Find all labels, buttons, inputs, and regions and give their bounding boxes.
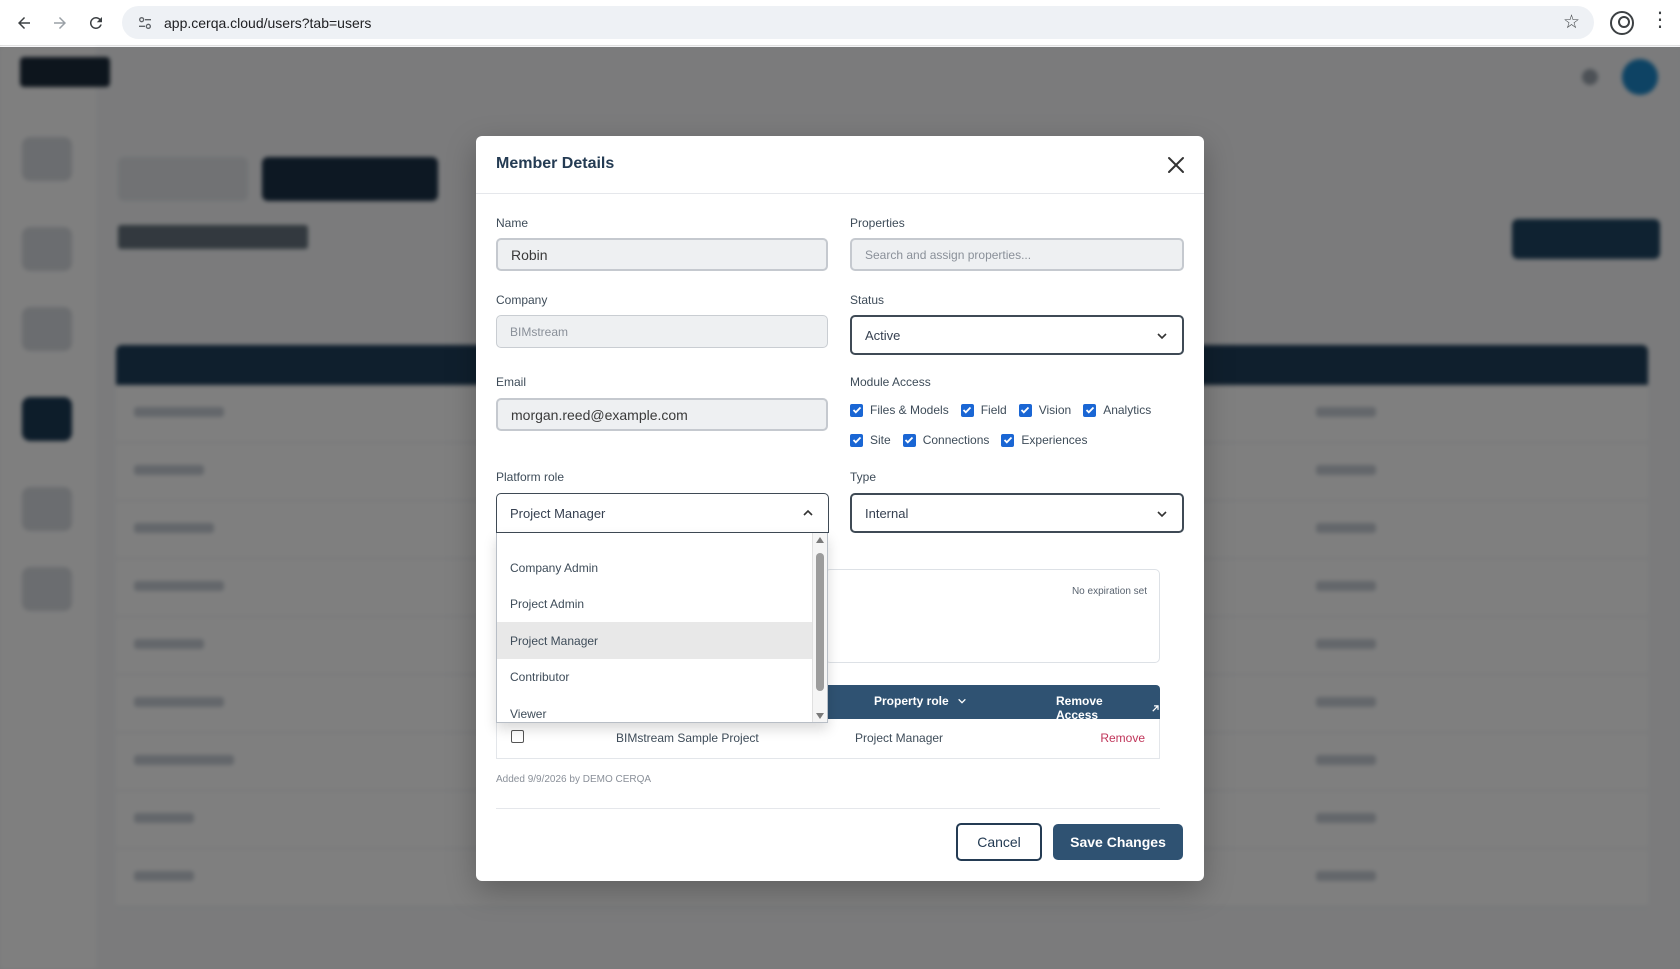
checkbox-checked-icon[interactable]	[850, 403, 863, 417]
module-checkbox-vision[interactable]: Vision	[1018, 403, 1071, 417]
role-option-company-admin[interactable]: Company Admin	[497, 549, 812, 586]
checkbox-checked-icon[interactable]	[1083, 403, 1097, 417]
checkbox-checked-icon[interactable]	[1018, 403, 1032, 417]
checkbox-checked-icon[interactable]	[902, 433, 916, 447]
role-option-project-admin[interactable]: Project Admin	[497, 585, 812, 622]
module-checkbox-connections[interactable]: Connections	[902, 433, 989, 447]
remove-link[interactable]: Remove	[1100, 731, 1145, 745]
module-checkbox-field[interactable]: Field	[960, 403, 1007, 417]
forward-icon[interactable]	[46, 9, 74, 37]
checkbox-checked-icon[interactable]	[960, 403, 974, 417]
scroll-up-icon[interactable]	[816, 537, 824, 543]
reload-icon[interactable]	[82, 9, 110, 37]
name-input[interactable]: Robin	[496, 238, 828, 271]
name-label: Name	[496, 216, 529, 230]
scrollbar-thumb[interactable]	[816, 553, 824, 691]
status-select[interactable]: Active	[850, 315, 1184, 355]
status-label: Status	[850, 293, 885, 307]
arrow-up-right-icon	[1152, 704, 1159, 712]
platform-role-dropdown: Company Admin Project Admin Project Mana…	[496, 533, 828, 723]
modal-title: Member Details	[496, 155, 615, 172]
chevron-down-icon	[1157, 333, 1167, 340]
tune-icon[interactable]	[136, 14, 154, 32]
property-role-column[interactable]: Property role	[874, 694, 967, 708]
role-option-viewer[interactable]: Viewer	[497, 695, 812, 722]
property-role: Project Manager	[855, 731, 944, 745]
member-details-modal: Member Details Name Robin Properties Sea…	[476, 136, 1204, 881]
type-label: Type	[850, 470, 877, 484]
role-option-project-manager[interactable]: Project Manager	[497, 622, 812, 659]
properties-search-input[interactable]: Search and assign properties...	[850, 238, 1184, 271]
checkbox-checked-icon[interactable]	[850, 433, 863, 447]
module-checkbox-analytics[interactable]: Analytics	[1083, 403, 1151, 417]
company-label: Company	[496, 293, 548, 307]
expiration-text: No expiration set	[1071, 586, 1147, 597]
platform-role-value: Project Manager	[510, 505, 606, 521]
address-bar[interactable]: app.cerqa.cloud/users?tab=users ☆	[122, 6, 1594, 39]
platform-role-select[interactable]: Project Manager	[496, 493, 829, 533]
back-icon[interactable]	[10, 9, 38, 37]
browser-toolbar: app.cerqa.cloud/users?tab=users ☆ ⋮	[0, 0, 1680, 46]
email-label: Email	[496, 375, 527, 389]
star-icon[interactable]: ☆	[1563, 11, 1580, 34]
email-input[interactable]: morgan.reed@example.com	[496, 398, 828, 431]
added-by-text: Added 9/9/2026 by DEMO CERQA	[496, 774, 652, 785]
module-checkbox-site[interactable]: Site	[850, 433, 891, 447]
checkbox-checked-icon[interactable]	[1001, 433, 1015, 447]
expiration-box: No expiration set	[825, 569, 1160, 663]
module-checkbox-experiences[interactable]: Experiences	[1001, 433, 1087, 447]
chevron-down-icon	[1157, 511, 1167, 518]
module-access-row-2: Site Connections Experiences	[850, 433, 1099, 447]
dropdown-scrollbar[interactable]	[812, 533, 827, 722]
save-changes-button[interactable]: Save Changes	[1053, 824, 1183, 860]
kebab-menu-icon[interactable]: ⋮	[1650, 10, 1670, 30]
close-icon[interactable]	[1161, 150, 1191, 180]
module-access-label: Module Access	[850, 375, 931, 389]
property-name: BIMstream Sample Project	[616, 731, 759, 745]
status-value: Active	[865, 327, 901, 343]
table-row: BIMstream Sample Project Project Manager…	[496, 719, 1160, 759]
modal-header: Member Details	[476, 136, 1204, 194]
role-option-contributor[interactable]: Contributor	[497, 658, 812, 695]
chevron-down-icon	[957, 698, 966, 704]
platform-role-label: Platform role	[496, 470, 565, 484]
module-checkbox-files-models[interactable]: Files & Models	[850, 403, 949, 417]
url-text[interactable]: app.cerqa.cloud/users?tab=users	[164, 15, 371, 31]
type-select[interactable]: Internal	[850, 493, 1184, 533]
row-checkbox[interactable]	[511, 730, 524, 743]
account-circle-icon[interactable]	[1610, 11, 1634, 35]
divider	[496, 808, 1160, 809]
cancel-button[interactable]: Cancel	[956, 823, 1042, 861]
type-value: Internal	[865, 505, 909, 521]
remove-access-column[interactable]: Remove Access	[1056, 694, 1160, 722]
module-access-row-1: Files & Models Field Vision Analytics	[850, 403, 1163, 417]
company-input: BIMstream	[496, 315, 828, 348]
properties-label: Properties	[850, 216, 905, 230]
chevron-up-icon	[803, 509, 813, 516]
scroll-down-icon[interactable]	[816, 713, 824, 719]
